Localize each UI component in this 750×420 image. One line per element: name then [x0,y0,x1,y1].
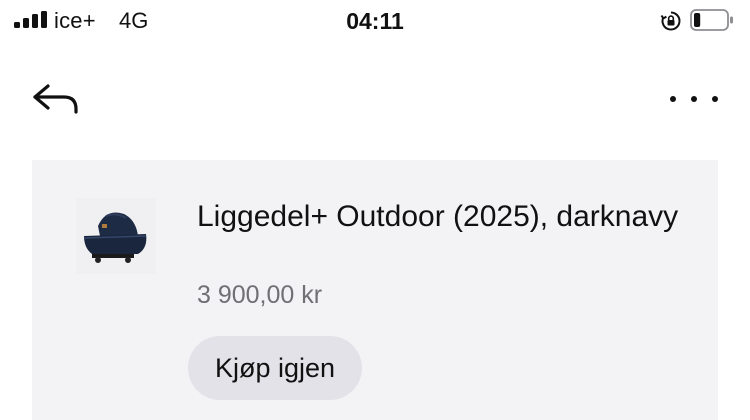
order-item-card: Liggedel+ Outdoor (2025), darknavy 3 900… [32,160,718,420]
status-bar: ice+ 4G 04:11 [0,0,750,44]
product-name[interactable]: Liggedel+ Outdoor (2025), darknavy [197,196,687,238]
stroller-carrycot-image [76,198,156,274]
rotation-lock-icon [660,11,681,31]
battery-icon [690,9,733,31]
nav-bar [0,70,750,130]
back-arrow-icon[interactable] [30,82,82,118]
buy-again-button[interactable]: Kjøp igjen [188,336,363,400]
product-price: 3 900,00 kr [197,281,323,309]
status-time: 04:11 [346,8,404,34]
more-options-icon[interactable] [664,88,724,112]
